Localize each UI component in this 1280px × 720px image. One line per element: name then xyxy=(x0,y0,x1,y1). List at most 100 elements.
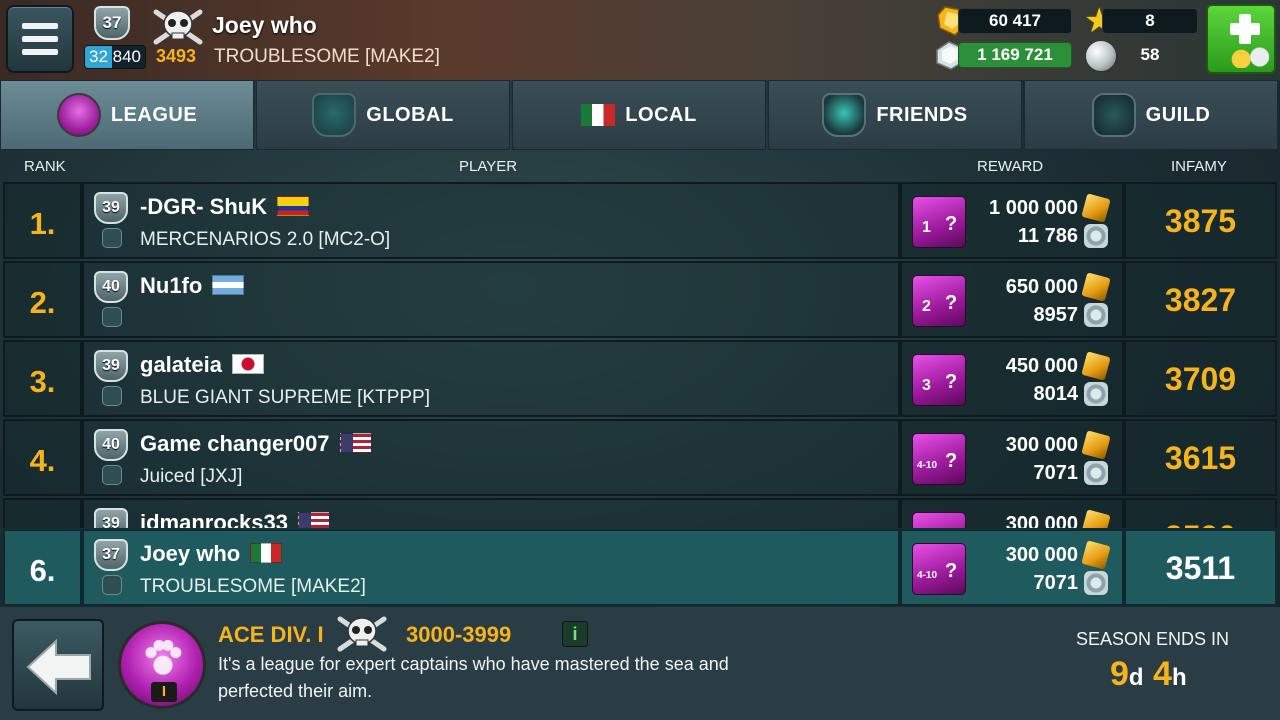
chest-icon: 4-10? xyxy=(912,543,966,595)
player-level-badge[interactable]: 37 xyxy=(94,6,130,40)
rank-number: 1. xyxy=(29,206,56,241)
silver-counter[interactable]: 1 169 721 xyxy=(958,42,1072,68)
tab-local[interactable]: LOCAL xyxy=(512,80,766,150)
hamburger-icon-line xyxy=(22,49,58,55)
top-bar: 37 32 840 3493 Joey who TROUBLESOME [MAK… xyxy=(0,0,1280,80)
silver-icon xyxy=(1084,224,1108,248)
infamy-value: 3511 xyxy=(1165,550,1236,586)
player-name-text: Game changer007 xyxy=(140,431,330,456)
mexico-flag-icon xyxy=(581,104,616,126)
tab-label: GLOBAL xyxy=(366,103,454,126)
xp-bar: 32 840 xyxy=(84,45,146,69)
reward-silver: 8957 xyxy=(1033,304,1079,326)
back-button[interactable] xyxy=(12,619,104,711)
player-cell[interactable]: 40 Game changer007 Juiced [JXJ] xyxy=(82,419,900,496)
argentina-flag-icon xyxy=(212,275,245,295)
league-badge-icon: I xyxy=(118,621,206,709)
tab-league[interactable]: LEAGUE xyxy=(0,80,254,150)
reward-gold: 300 000 xyxy=(1005,513,1078,528)
division-name: ACE DIV. I xyxy=(218,622,324,647)
season-countdown: 9d 4h xyxy=(1110,655,1187,694)
table-row[interactable]: 5. 39 idmanrocks33 300 000 3590 xyxy=(0,498,1280,528)
japan-flag-icon xyxy=(231,354,264,374)
rank-cell: 6. xyxy=(3,529,82,606)
currency-gems-icon xyxy=(1228,46,1272,68)
row-player-name: galateia xyxy=(140,352,264,378)
column-reward: REWARD xyxy=(977,158,1044,175)
player-infamy: 3493 xyxy=(156,46,197,66)
pearls-counter[interactable]: 58 xyxy=(1102,42,1198,68)
table-row[interactable]: 4. 40 Game changer007 Juiced [JXJ] 4-10?… xyxy=(0,419,1280,498)
infamy-cell: 3709 xyxy=(1124,340,1277,417)
infamy-value: 3709 xyxy=(1164,361,1237,397)
skull-crossbones-icon xyxy=(337,616,387,652)
column-rank: RANK xyxy=(24,158,66,175)
menu-button[interactable] xyxy=(6,5,74,73)
silver-icon xyxy=(1084,382,1108,406)
infamy-value: 3615 xyxy=(1164,440,1237,476)
chest-tier: 4-10 xyxy=(917,570,938,581)
rank-cell: 2. xyxy=(3,261,82,338)
current-player-row[interactable]: 6. 37 Joey who TROUBLESOME [MAKE2] 4-10?… xyxy=(0,529,1280,606)
hamburger-icon-line xyxy=(22,36,58,42)
player-cell[interactable]: 37 Joey who TROUBLESOME [MAKE2] xyxy=(82,529,900,606)
mexico-flag-icon xyxy=(250,543,283,563)
rank-cell: 4. xyxy=(3,419,82,496)
row-guild: BLUE GIANT SUPREME [KTPPP] xyxy=(140,387,431,408)
level-badge: 39 xyxy=(94,192,128,224)
reward-cell: 4-10? 300 000 7071 xyxy=(900,529,1124,606)
guild-icon xyxy=(1091,93,1136,137)
question-mark-icon: ? xyxy=(945,560,958,582)
rank-number: 3. xyxy=(29,364,56,399)
reward-gold: 650 000 xyxy=(1005,276,1078,298)
row-player-name: Joey who xyxy=(140,541,283,567)
player-name[interactable]: Joey who xyxy=(212,12,317,39)
tab-label: LOCAL xyxy=(625,103,697,126)
reward-silver: 7071 xyxy=(1033,572,1079,594)
stars-counter[interactable]: 8 xyxy=(1102,8,1198,34)
tab-friends[interactable]: FRIENDS xyxy=(768,80,1022,150)
silver-icon xyxy=(1084,461,1108,485)
chest-tier: 2 xyxy=(922,298,931,315)
tab-label: GUILD xyxy=(1145,103,1211,126)
player-cell[interactable]: 40 Nu1fo xyxy=(82,261,900,338)
player-cell[interactable]: 39 -DGR- ShuK MERCENARIOS 2.0 [MC2-O] xyxy=(82,182,900,259)
silver-icon xyxy=(1084,571,1108,595)
player-cell[interactable]: 39 idmanrocks33 xyxy=(82,498,900,528)
chest-icon xyxy=(912,512,966,528)
leaderboard-list[interactable]: 1. 39 -DGR- ShuK MERCENARIOS 2.0 [MC2-O]… xyxy=(0,182,1280,528)
tab-global[interactable]: GLOBAL xyxy=(256,80,510,150)
buy-currency-button[interactable] xyxy=(1206,4,1276,74)
division-infamy-range: 3000-3999 xyxy=(406,622,512,647)
gold-icon xyxy=(1081,540,1111,570)
infamy-value: 3590 xyxy=(1126,519,1275,528)
gold-counter[interactable]: 60 417 xyxy=(958,8,1072,34)
tab-guild[interactable]: GUILD xyxy=(1024,80,1278,150)
column-player: PLAYER xyxy=(459,158,518,175)
reward-silver: 11 786 xyxy=(1017,225,1078,247)
plus-icon xyxy=(1230,23,1260,35)
reward-cell: 1? 1 000 000 11 786 xyxy=(900,182,1124,259)
table-row[interactable]: 3. 39 galateia BLUE GIANT SUPREME [KTPPP… xyxy=(0,340,1280,419)
table-row[interactable]: 1. 39 -DGR- ShuK MERCENARIOS 2.0 [MC2-O]… xyxy=(0,182,1280,261)
player-guild[interactable]: TROUBLESOME [MAKE2] xyxy=(214,46,440,68)
leaderboard-tabs: LEAGUE GLOBAL LOCAL FRIENDS GUILD xyxy=(0,80,1280,150)
row-player-name: Game changer007 xyxy=(140,431,372,457)
table-row[interactable]: 2. 40 Nu1fo 2? 650 000 8957 3827 xyxy=(0,261,1280,340)
gold-icon xyxy=(1081,272,1111,302)
row-player-name: idmanrocks33 xyxy=(140,510,330,528)
countdown-hours-unit: h xyxy=(1171,664,1187,691)
chest-icon: 2? xyxy=(912,275,966,327)
question-mark-icon: ? xyxy=(945,450,958,472)
skull-crossbones-icon xyxy=(153,9,203,45)
rank-cell: 1. xyxy=(3,182,82,259)
player-cell[interactable]: 39 galateia BLUE GIANT SUPREME [KTPPP] xyxy=(82,340,900,417)
question-mark-icon: ? xyxy=(945,213,958,235)
info-button[interactable]: i xyxy=(562,621,588,647)
global-icon xyxy=(312,93,357,137)
gold-icon xyxy=(1081,193,1111,223)
tab-label: FRIENDS xyxy=(876,103,968,126)
reward-cell: 300 000 xyxy=(900,498,1124,528)
infamy-value: 3827 xyxy=(1164,282,1237,318)
row-guild: Juiced [JXJ] xyxy=(140,466,243,487)
